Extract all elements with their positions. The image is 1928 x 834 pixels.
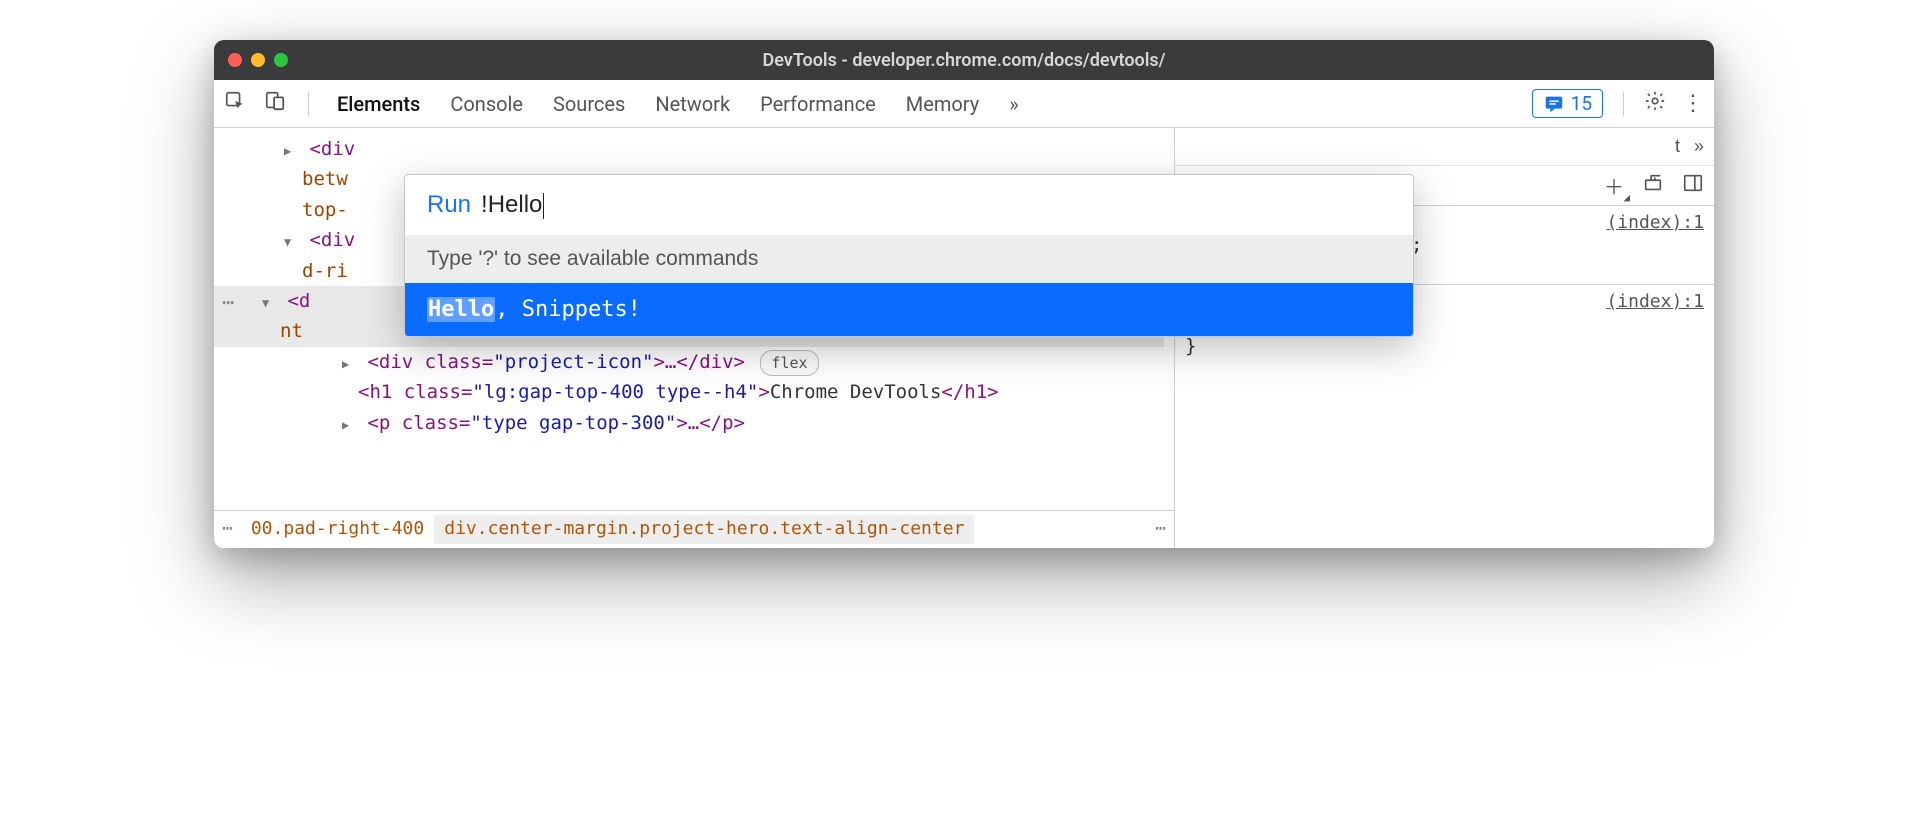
inspect-element-icon[interactable] xyxy=(224,90,246,117)
console-message-count-value: 15 xyxy=(1571,92,1592,115)
tabs-overflow-icon[interactable]: » xyxy=(1003,88,1024,120)
traffic-lights xyxy=(228,53,288,67)
dom-fragment: >…</p> xyxy=(676,412,745,434)
breadcrumb-item[interactable]: 00.pad-right-400 xyxy=(241,515,434,544)
tab-elements[interactable]: Elements xyxy=(331,88,426,120)
window-titlebar: DevTools - developer.chrome.com/docs/dev… xyxy=(214,40,1714,80)
devtools-toolbar: Elements Console Sources Network Perform… xyxy=(214,80,1714,128)
css-source-link[interactable]: (index):1 xyxy=(1606,291,1704,312)
command-result-rest: , Snippets! xyxy=(495,297,641,322)
text-caret xyxy=(543,193,544,219)
toolbar-separator xyxy=(1623,92,1624,116)
styles-subtabs-overflow-icon[interactable]: » xyxy=(1694,136,1704,157)
tab-console[interactable]: Console xyxy=(444,88,529,120)
dom-fragment: d-ri xyxy=(302,260,348,282)
command-result-selected[interactable]: Hello, Snippets! xyxy=(405,283,1413,336)
breadcrumb-item-selected[interactable]: div.center-margin.project-hero.text-alig… xyxy=(434,515,974,544)
command-prefix: Run xyxy=(427,191,471,219)
more-icon[interactable]: ⋮ xyxy=(1682,91,1704,116)
dom-attr-value: "type gap-top-300" xyxy=(470,412,676,434)
dom-fragment: betw xyxy=(302,168,348,190)
dom-breadcrumb: ⋯ 00.pad-right-400 div.center-margin.pro… xyxy=(214,510,1174,548)
toggle-common-rendering-icon[interactable] xyxy=(1642,172,1664,199)
dom-attr-value: "project-icon" xyxy=(493,351,653,373)
styles-subtab-truncated[interactable]: t xyxy=(1675,136,1680,157)
css-source-link[interactable]: (index):1 xyxy=(1606,212,1704,233)
dom-fragment: >…</div> xyxy=(653,351,745,373)
close-window-button[interactable] xyxy=(228,53,242,67)
dom-fragment: <p class= xyxy=(367,412,470,434)
dom-fragment: nt xyxy=(280,320,303,342)
css-brace: } xyxy=(1185,335,1196,357)
dom-fragment: <d xyxy=(287,290,310,312)
disclosure-triangle-icon[interactable] xyxy=(262,286,276,316)
command-input-row[interactable]: Run !Hello xyxy=(405,175,1413,235)
devtools-body: <div betw top- <div d-ri <d nt xyxy=(214,128,1714,548)
device-toggle-icon[interactable] xyxy=(264,90,286,117)
command-input[interactable]: !Hello xyxy=(481,191,544,219)
tab-sources[interactable]: Sources xyxy=(547,88,631,120)
dom-fragment: <div xyxy=(309,229,355,251)
dom-attr-value: "lg:gap-top-400 type--h4" xyxy=(472,381,758,403)
disclosure-triangle-icon[interactable] xyxy=(342,408,356,438)
console-message-count[interactable]: 15 xyxy=(1532,89,1603,118)
command-query-text: !Hello xyxy=(481,191,542,218)
devtools-window: DevTools - developer.chrome.com/docs/dev… xyxy=(214,40,1714,548)
disclosure-triangle-icon[interactable] xyxy=(284,134,298,164)
dom-fragment: <h1 class= xyxy=(358,381,472,403)
toggle-computed-sidebar-icon[interactable] xyxy=(1682,172,1704,199)
toolbar-right: 15 ⋮ xyxy=(1532,89,1704,118)
command-menu: Run !Hello Type '?' to see available com… xyxy=(404,174,1414,337)
flex-badge[interactable]: flex xyxy=(760,350,818,376)
disclosure-triangle-icon[interactable] xyxy=(284,225,298,255)
tab-network[interactable]: Network xyxy=(649,88,736,120)
minimize-window-button[interactable] xyxy=(251,53,265,67)
command-result-match: Hello xyxy=(427,297,495,322)
disclosure-triangle-icon[interactable] xyxy=(342,347,356,377)
toolbar-separator xyxy=(308,92,309,116)
tab-memory[interactable]: Memory xyxy=(900,88,985,120)
dom-close-bracket: > xyxy=(758,381,769,403)
zoom-window-button[interactable] xyxy=(274,53,288,67)
command-hint: Type '?' to see available commands xyxy=(405,235,1413,283)
breadcrumb-overflow-right[interactable]: ⋯ xyxy=(1147,515,1174,544)
window-title: DevTools - developer.chrome.com/docs/dev… xyxy=(214,50,1714,71)
dom-fragment: <div xyxy=(309,138,355,160)
styles-subtabs: t » xyxy=(1175,128,1714,166)
dom-fragment: </h1> xyxy=(941,381,998,403)
dom-fragment: <div class= xyxy=(367,351,493,373)
dom-text: Chrome DevTools xyxy=(770,381,942,403)
new-style-rule-icon[interactable]: ＋◢ xyxy=(1604,171,1624,200)
dom-fragment: top- xyxy=(302,199,348,221)
tab-performance[interactable]: Performance xyxy=(754,88,882,120)
breadcrumb-overflow-left[interactable]: ⋯ xyxy=(214,515,241,544)
settings-icon[interactable] xyxy=(1644,90,1666,117)
